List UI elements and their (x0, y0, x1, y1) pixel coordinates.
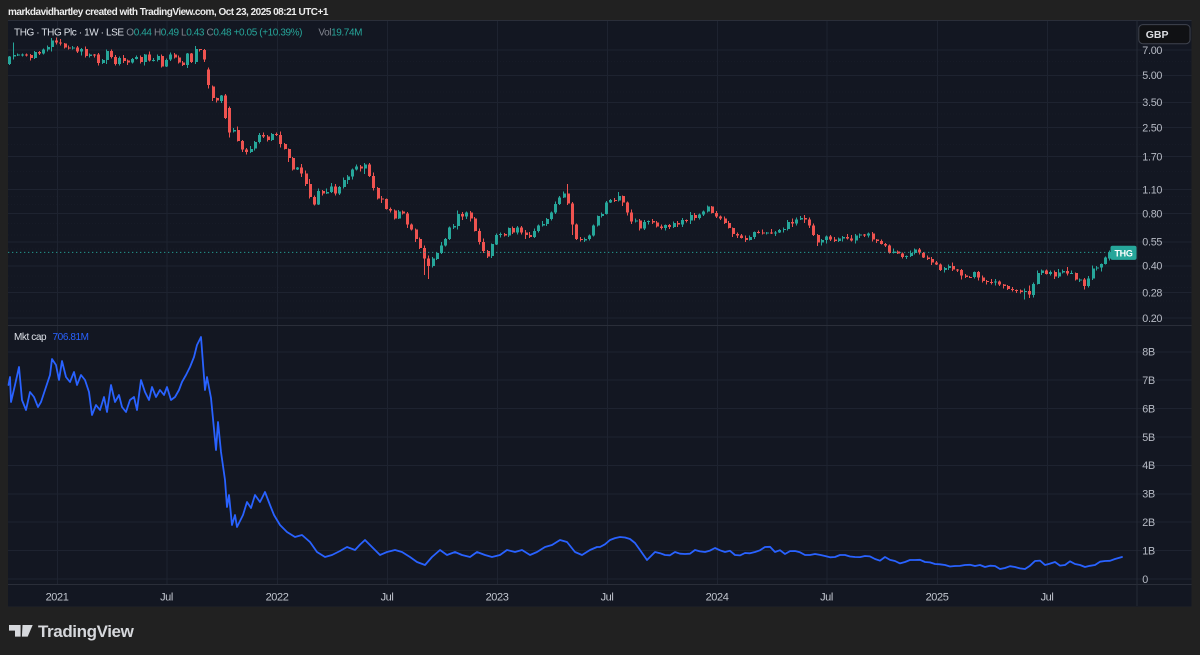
svg-text:2.50: 2.50 (1142, 122, 1162, 134)
svg-text:2024: 2024 (706, 591, 729, 603)
svg-text:GBP: GBP (1146, 29, 1169, 41)
svg-text:2023: 2023 (486, 591, 509, 603)
svg-text:0.28: 0.28 (1142, 288, 1162, 300)
svg-text:0: 0 (1142, 574, 1148, 586)
svg-text:Jul: Jul (601, 591, 614, 603)
svg-text:2021: 2021 (46, 591, 69, 603)
svg-text:markdavidhartley created with: markdavidhartley created with TradingVie… (8, 7, 329, 18)
svg-text:2B: 2B (1142, 517, 1155, 529)
svg-text:3B: 3B (1142, 489, 1155, 501)
svg-text:Jul: Jul (820, 591, 833, 603)
svg-text:TradingView: TradingView (38, 622, 135, 641)
svg-text:Jul: Jul (1041, 591, 1054, 603)
svg-text:0.80: 0.80 (1142, 208, 1162, 220)
svg-text:1.70: 1.70 (1142, 152, 1162, 164)
svg-text:Jul: Jul (381, 591, 394, 603)
svg-text:2025: 2025 (926, 591, 949, 603)
svg-text:O0.44 H0.49 L0.43 C0.48 +0.05: O0.44 H0.49 L0.43 C0.48 +0.05 (+10.39%) (126, 28, 302, 39)
svg-text:4B: 4B (1142, 460, 1155, 472)
svg-text:THG · THG Plc · 1W · LSE: THG · THG Plc · 1W · LSE (14, 28, 124, 39)
svg-text:THG: THG (1114, 248, 1132, 258)
svg-text:0.20: 0.20 (1142, 313, 1162, 325)
svg-text:0.40: 0.40 (1142, 261, 1162, 273)
svg-text:6B: 6B (1142, 403, 1155, 415)
svg-text:1.10: 1.10 (1142, 184, 1162, 196)
svg-text:Vol19.74M: Vol19.74M (318, 28, 362, 39)
svg-text:1B: 1B (1142, 545, 1155, 557)
svg-text:7.00: 7.00 (1142, 45, 1162, 57)
svg-text:3.50: 3.50 (1142, 97, 1162, 109)
svg-text:7B: 7B (1142, 375, 1155, 387)
svg-text:2022: 2022 (266, 591, 289, 603)
svg-text:Mkt cap: Mkt cap (14, 332, 47, 343)
svg-text:8B: 8B (1142, 347, 1155, 359)
svg-text:706.81M: 706.81M (53, 332, 89, 343)
svg-text:0.55: 0.55 (1142, 237, 1162, 249)
svg-text:Jul: Jul (160, 591, 173, 603)
svg-text:5.00: 5.00 (1142, 70, 1162, 82)
svg-text:5B: 5B (1142, 432, 1155, 444)
